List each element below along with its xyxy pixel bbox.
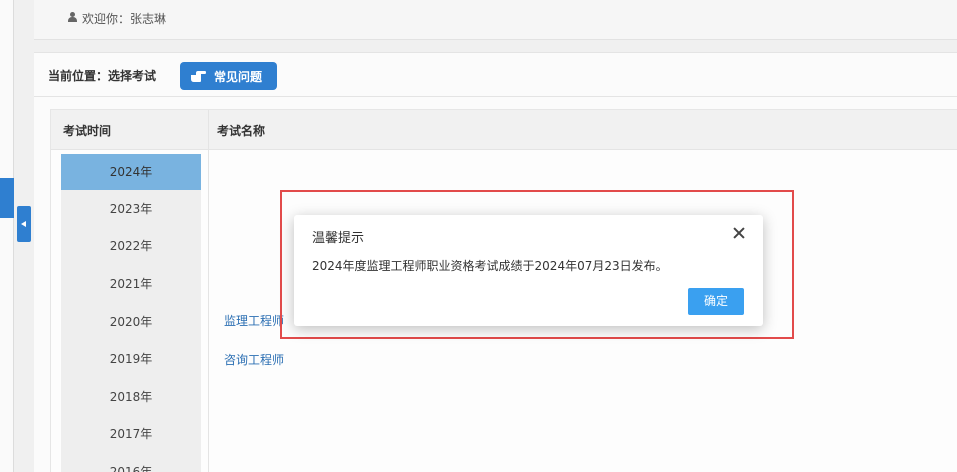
table-header: 考试时间 考试名称 <box>51 110 957 150</box>
exam-link-consulting[interactable]: 咨询工程师 <box>224 351 284 368</box>
left-frame-edge <box>0 0 14 472</box>
welcome-bar: 欢迎你：张志琳 <box>34 0 957 40</box>
divider <box>34 96 957 97</box>
faq-button-label: 常见问题 <box>214 70 263 84</box>
notice-dialog: 温馨提示 2024年度监理工程师职业资格考试成绩于2024年07月23日发布。 … <box>294 215 763 326</box>
year-item-2022[interactable]: 2022年 <box>61 228 201 264</box>
left-side-tab[interactable] <box>0 178 14 218</box>
column-divider <box>208 110 209 472</box>
year-item-2017[interactable]: 2017年 <box>61 416 201 452</box>
year-item-2020[interactable]: 2020年 <box>61 304 201 340</box>
year-item-2023[interactable]: 2023年 <box>61 191 201 227</box>
hand-point-icon <box>190 69 206 83</box>
exam-link-supervision[interactable]: 监理工程师 <box>224 312 284 329</box>
confirm-button[interactable]: 确定 <box>688 288 744 315</box>
faq-button[interactable]: 常见问题 <box>180 62 277 90</box>
close-icon[interactable] <box>731 225 747 241</box>
column-header-time: 考试时间 <box>63 124 112 138</box>
breadcrumb: 当前位置：选择考试 <box>48 69 157 83</box>
year-item-2019[interactable]: 2019年 <box>61 341 201 377</box>
year-item-2016[interactable]: 2016年 <box>61 454 201 472</box>
column-header-name: 考试名称 <box>217 124 266 138</box>
year-list: 2024年 2023年 2022年 2021年 2020年 2019年 2018… <box>61 154 201 472</box>
user-icon <box>68 12 77 22</box>
welcome-text: 欢迎你：张志琳 <box>82 12 167 26</box>
dialog-title: 温馨提示 <box>312 231 365 246</box>
year-item-2024[interactable]: 2024年 <box>61 154 201 190</box>
sidebar-collapse-button[interactable] <box>17 206 31 242</box>
year-item-2021[interactable]: 2021年 <box>61 266 201 302</box>
year-item-2018[interactable]: 2018年 <box>61 379 201 415</box>
dialog-message: 2024年度监理工程师职业资格考试成绩于2024年07月23日发布。 <box>312 259 668 273</box>
